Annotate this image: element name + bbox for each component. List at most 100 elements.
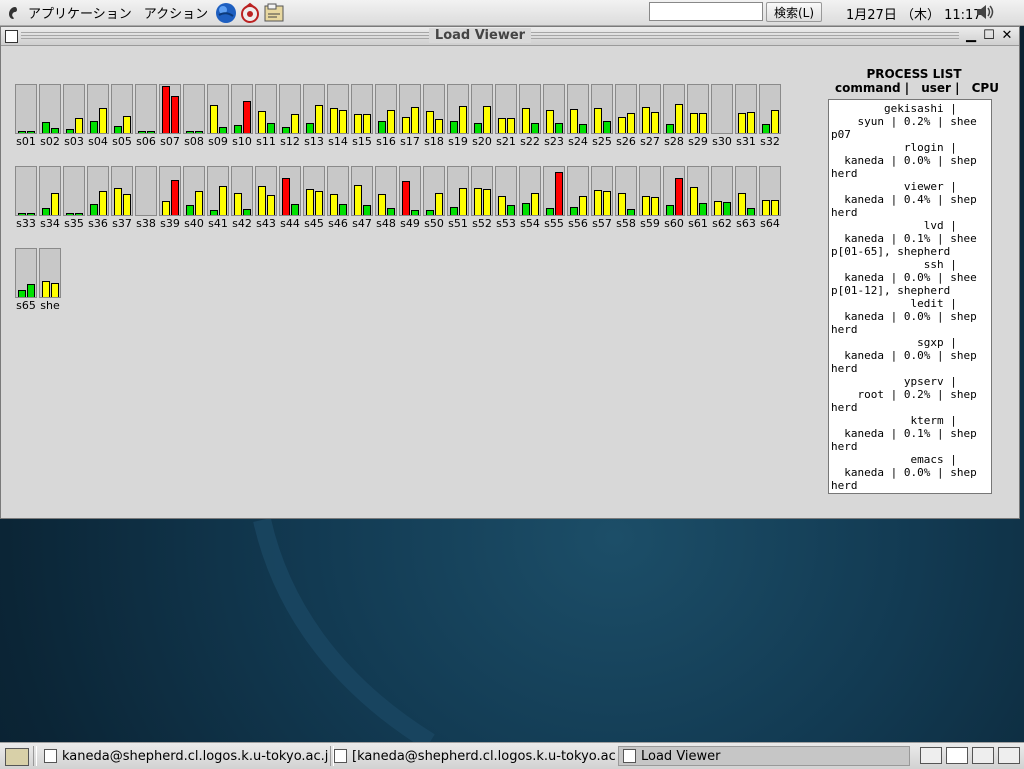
process-list-text[interactable]: gekisashi | syun | 0.2% | shee p07 rlogi… — [831, 102, 985, 492]
load-meter — [663, 166, 685, 216]
host-load-cell[interactable]: s21 — [495, 84, 517, 148]
host-load-cell[interactable]: s12 — [279, 84, 301, 148]
host-load-cell[interactable]: s09 — [207, 84, 229, 148]
close-button[interactable]: ✕ — [999, 28, 1015, 44]
host-load-cell[interactable]: s35 — [63, 166, 85, 230]
host-load-cell[interactable]: s33 — [15, 166, 37, 230]
maximize-button[interactable]: ☐ — [981, 28, 997, 44]
host-load-cell[interactable]: s19 — [447, 84, 469, 148]
host-load-cell[interactable]: s54 — [519, 166, 541, 230]
host-load-cell[interactable]: s36 — [87, 166, 109, 230]
taskbar-item-terminal-2[interactable]: [kaneda@shepherd.cl.logos.k.u-tokyo.ac.j… — [330, 746, 616, 766]
host-load-cell[interactable]: s44 — [279, 166, 301, 230]
host-load-cell[interactable]: s04 — [87, 84, 109, 148]
host-load-cell[interactable]: s02 — [39, 84, 61, 148]
host-load-cell[interactable]: s11 — [255, 84, 277, 148]
host-load-cell[interactable]: s60 — [663, 166, 685, 230]
host-load-cell[interactable]: s01 — [15, 84, 37, 148]
host-load-cell[interactable]: s42 — [231, 166, 253, 230]
volume-icon[interactable] — [975, 3, 995, 21]
show-desktop-icon[interactable] — [5, 748, 29, 766]
host-load-cell[interactable]: s64 — [759, 166, 781, 230]
host-load-cell[interactable]: s56 — [567, 166, 589, 230]
host-load-cell[interactable]: s53 — [495, 166, 517, 230]
host-load-cell[interactable]: s22 — [519, 84, 541, 148]
host-load-cell[interactable]: s50 — [423, 166, 445, 230]
host-load-cell[interactable]: s20 — [471, 84, 493, 148]
host-load-cell[interactable]: s08 — [183, 84, 205, 148]
host-load-cell[interactable]: s03 — [63, 84, 85, 148]
process-list-box[interactable]: gekisashi | syun | 0.2% | shee p07 rlogi… — [828, 99, 992, 494]
load-meter — [471, 84, 493, 134]
host-load-cell[interactable]: s31 — [735, 84, 757, 148]
load-bar-2 — [123, 194, 131, 215]
taskbar-item-load-viewer[interactable]: Load Viewer — [618, 746, 910, 766]
host-load-cell[interactable]: s27 — [639, 84, 661, 148]
host-load-cell[interactable]: s06 — [135, 84, 157, 148]
host-load-cell[interactable]: s52 — [471, 166, 493, 230]
window-titlebar[interactable]: Load Viewer ▁ ☐ ✕ — [1, 27, 1019, 46]
host-load-cell[interactable]: s15 — [351, 84, 373, 148]
host-load-cell[interactable]: s34 — [39, 166, 61, 230]
host-load-cell[interactable]: s32 — [759, 84, 781, 148]
host-load-cell[interactable]: s49 — [399, 166, 421, 230]
workspace-4[interactable] — [998, 747, 1020, 764]
host-load-cell[interactable]: s57 — [591, 166, 613, 230]
host-load-cell[interactable]: s29 — [687, 84, 709, 148]
host-load-cell[interactable]: s51 — [447, 166, 469, 230]
host-load-cell[interactable]: s28 — [663, 84, 685, 148]
host-load-cell[interactable]: s59 — [639, 166, 661, 230]
search-button[interactable]: 検索(L) — [766, 2, 822, 22]
applications-menu[interactable]: アプリケーション — [22, 3, 138, 22]
host-load-cell[interactable]: s16 — [375, 84, 397, 148]
host-load-cell[interactable]: s55 — [543, 166, 565, 230]
host-load-cell[interactable]: s65 — [15, 248, 37, 312]
load-bar-1 — [762, 200, 770, 215]
host-load-cell[interactable]: s24 — [567, 84, 589, 148]
host-load-cell[interactable]: s14 — [327, 84, 349, 148]
host-load-cell[interactable]: s30 — [711, 84, 733, 148]
file-manager-icon[interactable] — [263, 2, 285, 24]
host-load-cell[interactable]: s26 — [615, 84, 637, 148]
host-load-cell[interactable]: s45 — [303, 166, 325, 230]
host-load-cell[interactable]: s46 — [327, 166, 349, 230]
host-load-cell[interactable]: s61 — [687, 166, 709, 230]
host-load-cell[interactable]: s38 — [135, 166, 157, 230]
clock[interactable]: 1月27日 （木） 11:17 — [846, 4, 982, 23]
load-bar-2 — [603, 191, 611, 215]
host-load-cell[interactable]: s39 — [159, 166, 181, 230]
web-browser-icon[interactable] — [215, 2, 237, 24]
host-load-cell[interactable]: s13 — [303, 84, 325, 148]
host-load-cell[interactable]: she — [39, 248, 61, 312]
host-load-cell[interactable]: s05 — [111, 84, 133, 148]
host-load-cell[interactable]: s18 — [423, 84, 445, 148]
workspace-3[interactable] — [972, 747, 994, 764]
search-input[interactable] — [649, 2, 763, 21]
load-bar-2 — [267, 195, 275, 215]
load-bar-1 — [258, 111, 266, 133]
host-load-cell[interactable]: s58 — [615, 166, 637, 230]
gnome-foot-icon[interactable] — [4, 4, 22, 22]
actions-menu[interactable]: アクション — [138, 3, 214, 22]
host-load-cell[interactable]: s62 — [711, 166, 733, 230]
load-bar-1 — [498, 196, 506, 215]
minimize-button[interactable]: ▁ — [963, 28, 979, 44]
host-load-cell[interactable]: s07 — [159, 84, 181, 148]
host-load-cell[interactable]: s25 — [591, 84, 613, 148]
mail-client-icon[interactable] — [239, 2, 261, 24]
host-load-cell[interactable]: s17 — [399, 84, 421, 148]
host-load-cell[interactable]: s41 — [207, 166, 229, 230]
host-load-cell[interactable]: s40 — [183, 166, 205, 230]
host-load-cell[interactable]: s10 — [231, 84, 253, 148]
workspace-2[interactable] — [946, 747, 968, 764]
host-load-cell[interactable]: s37 — [111, 166, 133, 230]
host-load-cell[interactable]: s23 — [543, 84, 565, 148]
workspace-1[interactable] — [920, 747, 942, 764]
host-load-cell[interactable]: s43 — [255, 166, 277, 230]
load-meter — [423, 166, 445, 216]
host-load-cell[interactable]: s63 — [735, 166, 757, 230]
taskbar-item-terminal-1[interactable]: kaneda@shepherd.cl.logos.k.u-tokyo.ac.jp — [40, 746, 328, 766]
load-bar-2 — [483, 106, 491, 133]
host-load-cell[interactable]: s48 — [375, 166, 397, 230]
host-load-cell[interactable]: s47 — [351, 166, 373, 230]
